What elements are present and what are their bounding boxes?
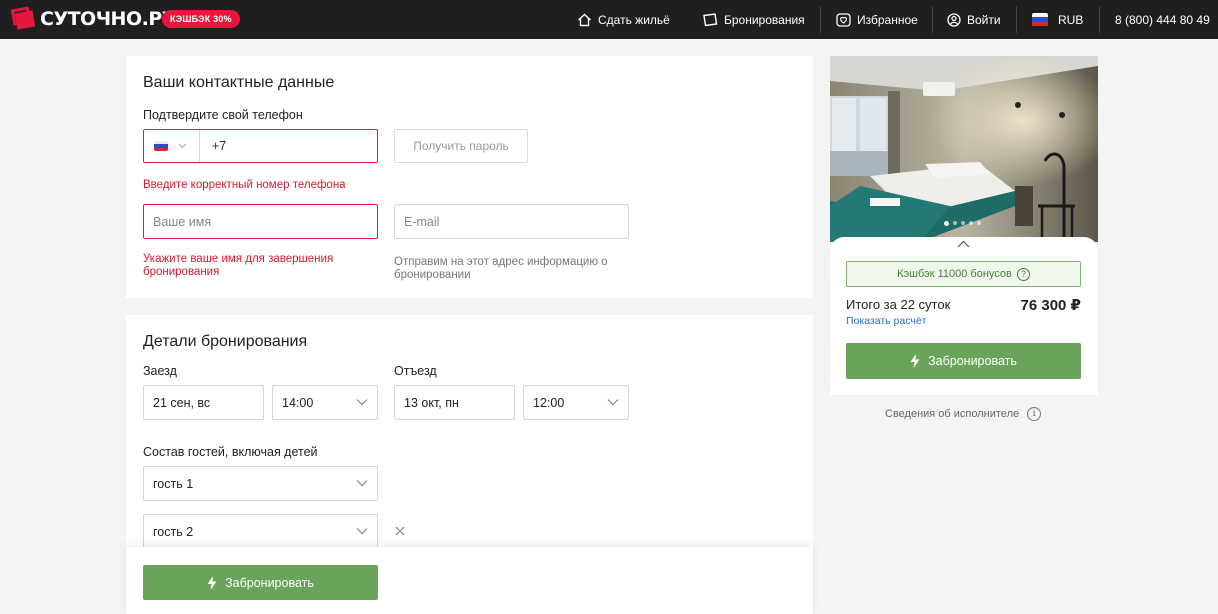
russia-flag-icon xyxy=(1032,12,1048,27)
cashback-badge[interactable]: КЭШБЭК 30% xyxy=(162,10,240,28)
nav-rent-out-label: Сдать жильё xyxy=(598,12,670,27)
nav-login-label: Войти xyxy=(967,12,1001,27)
nav-divider xyxy=(1099,6,1100,33)
guest-select[interactable]: гость 2 xyxy=(143,514,378,549)
checkin-time-select[interactable]: 14:00 xyxy=(272,385,378,420)
phone-error: Введите корректный номер телефона xyxy=(143,179,346,191)
show-calculation-link[interactable]: Показать расчёт xyxy=(846,315,926,327)
book-button[interactable]: Забронировать xyxy=(846,343,1081,379)
name-placeholder: Ваше имя xyxy=(153,214,212,229)
phone-label: Подтвердите свой телефон xyxy=(143,108,303,122)
checkout-label: Отъезд xyxy=(394,364,437,378)
listing-photo[interactable] xyxy=(830,56,1098,242)
house-icon xyxy=(578,13,591,26)
chevron-up-icon[interactable] xyxy=(957,240,970,248)
nav-divider xyxy=(1016,6,1017,33)
email-field[interactable]: E-mail xyxy=(394,204,629,239)
info-icon: i xyxy=(1027,407,1042,421)
chevron-down-icon xyxy=(356,479,368,486)
photo-dot[interactable] xyxy=(944,220,949,226)
remove-guest-close-icon[interactable] xyxy=(395,526,405,536)
sticky-book-button[interactable]: Забронировать xyxy=(143,565,378,600)
question-icon[interactable]: ? xyxy=(1016,267,1030,281)
book-button-label: Забронировать xyxy=(928,354,1017,368)
support-phone-label: 8 (800) 444 80 49 xyxy=(1115,12,1210,27)
provider-info[interactable]: Сведения об исполнителе i xyxy=(885,407,1042,421)
logo-icon xyxy=(10,6,36,30)
checkin-date-field[interactable]: 21 сен, вс xyxy=(143,385,264,420)
nav-login[interactable]: Войти xyxy=(947,0,1001,39)
phone-input[interactable] xyxy=(212,139,362,153)
top-header: СУТОЧНО.РУ КЭШБЭК 30% Сдать жильё Бронир… xyxy=(0,0,1218,39)
photo-dot[interactable] xyxy=(969,221,973,225)
guest-value: гость 2 xyxy=(153,524,194,539)
room-photo-image xyxy=(830,56,1098,242)
lightning-icon xyxy=(910,354,920,368)
contact-title: Ваши контактные данные xyxy=(143,74,335,91)
nav-rent-out[interactable]: Сдать жильё xyxy=(577,0,670,39)
checkout-time-select[interactable]: 12:00 xyxy=(523,385,629,420)
chevron-down-icon xyxy=(356,527,368,534)
cashback-text: Кэшбэк 11000 бонусов xyxy=(897,268,1012,280)
checkout-date-field[interactable]: 13 окт, пн xyxy=(394,385,515,420)
chevron-down-icon xyxy=(356,398,368,405)
sticky-book-label: Забронировать xyxy=(225,575,314,590)
heart-icon xyxy=(836,12,851,27)
lightning-icon xyxy=(207,575,217,590)
nav-favorites[interactable]: Избранное xyxy=(836,0,918,39)
currency-label: RUB xyxy=(1058,12,1084,27)
provider-info-label: Сведения об исполнителе xyxy=(885,408,1020,420)
name-field[interactable]: Ваше имя xyxy=(143,204,378,239)
email-placeholder: E-mail xyxy=(404,214,440,229)
checkout-time-value: 12:00 xyxy=(533,395,565,410)
nav-divider xyxy=(932,6,933,33)
get-password-button[interactable]: Получить пароль xyxy=(394,129,528,163)
currency-switch[interactable]: RUB xyxy=(1032,0,1083,39)
photo-dot[interactable] xyxy=(961,221,965,225)
photo-dot[interactable] xyxy=(953,221,957,225)
name-error: Укажите ваше имя для завершения брониров… xyxy=(143,253,334,278)
guest-value: гость 1 xyxy=(153,476,194,491)
chevron-down-icon xyxy=(607,398,619,405)
checkin-date-value: 21 сен, вс xyxy=(153,395,211,410)
total-label: Итого за 22 суток xyxy=(846,297,951,312)
chevron-down-icon xyxy=(178,143,187,149)
phone-field xyxy=(143,129,378,163)
guests-label: Состав гостей, включая детей xyxy=(143,445,318,459)
ticket-icon xyxy=(703,13,718,26)
cashback-info[interactable]: Кэшбэк 11000 бонусов ? xyxy=(846,261,1081,287)
total-price: 76 300 ₽ xyxy=(1020,297,1081,314)
logo-text: СУТОЧНО.РУ xyxy=(40,8,176,30)
logo[interactable]: СУТОЧНО.РУ xyxy=(10,6,176,30)
country-select[interactable] xyxy=(144,130,200,162)
guest-select[interactable]: гость 1 xyxy=(143,466,378,501)
user-icon xyxy=(947,12,961,27)
photo-dot[interactable] xyxy=(977,221,981,225)
checkin-time-value: 14:00 xyxy=(282,395,314,410)
nav-favorites-label: Избранное xyxy=(857,12,918,27)
email-hint: Отправим на этот адрес информацию о брон… xyxy=(394,256,608,281)
nav-divider xyxy=(820,6,821,33)
nav-bookings[interactable]: Бронирования xyxy=(703,0,805,39)
russia-flag-icon xyxy=(154,141,168,151)
support-phone[interactable]: 8 (800) 444 80 49 xyxy=(1115,0,1210,39)
nav-bookings-label: Бронирования xyxy=(724,12,805,27)
booking-title: Детали бронирования xyxy=(143,333,308,350)
checkin-label: Заезд xyxy=(143,364,177,378)
photo-pagination xyxy=(944,220,985,226)
checkout-date-value: 13 окт, пн xyxy=(404,395,459,410)
